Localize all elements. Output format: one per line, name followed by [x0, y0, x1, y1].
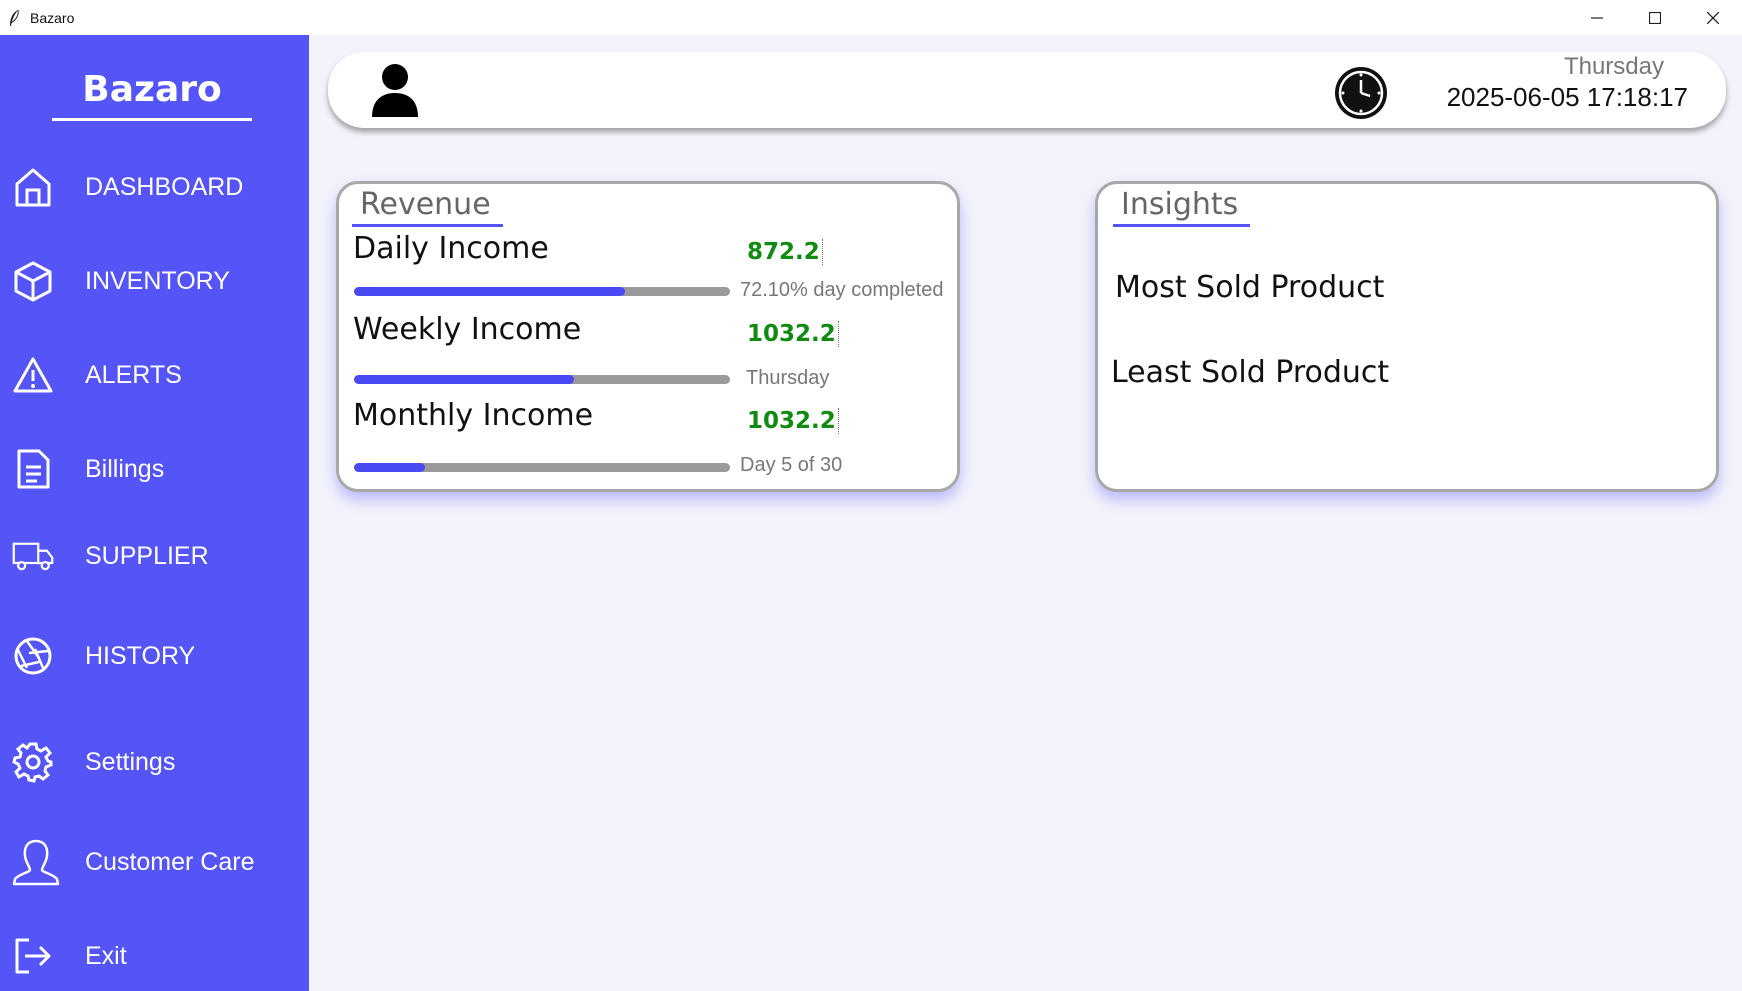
warning-icon: [12, 354, 54, 396]
sidebar-item-label: Settings: [85, 747, 176, 776]
minimize-icon: [1591, 16, 1603, 19]
datetime-label: 2025-06-05 17:18:17: [1446, 82, 1688, 112]
monthly-income-progress: [354, 463, 730, 472]
sidebar-item-label: Exit: [85, 941, 127, 970]
document-icon: [12, 448, 54, 490]
window-titlebar: Bazaro: [0, 0, 1742, 35]
sidebar-item-billings[interactable]: Billings: [0, 439, 309, 499]
user-icon[interactable]: [370, 62, 420, 117]
minimize-button[interactable]: [1568, 0, 1626, 35]
sidebar-item-label: ALERTS: [85, 360, 182, 389]
daily-income-value: 872.2: [747, 239, 823, 265]
sidebar-item-customer-care[interactable]: Customer Care: [0, 832, 309, 892]
insights-heading: Insights: [1113, 186, 1251, 227]
insights-card: Insights Most Sold Product Least Sold Pr…: [1095, 181, 1719, 492]
sidebar-item-label: Billings: [85, 454, 165, 483]
weekly-income-caption: Thursday: [746, 367, 830, 389]
logout-icon: [12, 935, 54, 977]
progress-fill: [354, 375, 575, 384]
clock-icon: [1334, 66, 1388, 120]
weekly-income-label: Weekly Income: [353, 312, 582, 347]
weekly-income-progress: [354, 375, 730, 384]
person-outline-icon: [10, 836, 62, 888]
home-icon: [12, 166, 54, 208]
sidebar-item-label: SUPPLIER: [85, 541, 209, 570]
most-sold-product-label: Most Sold Product: [1115, 270, 1385, 305]
window-title: Bazaro: [30, 9, 75, 26]
sidebar-item-exit[interactable]: Exit: [0, 926, 309, 986]
sidebar-item-label: INVENTORY: [85, 266, 230, 295]
daily-income-caption: 72.10% day completed: [740, 279, 944, 301]
truck-icon: [12, 535, 54, 577]
weekly-income-value: 1032.2: [747, 321, 839, 347]
feather-icon: [8, 9, 22, 27]
daily-income-label: Daily Income: [353, 231, 549, 266]
monthly-income-caption: Day 5 of 30: [740, 454, 843, 476]
brand-logo: Bazaro: [52, 65, 252, 121]
aperture-icon: [12, 635, 54, 677]
close-icon: [1707, 11, 1719, 24]
progress-fill: [354, 287, 626, 296]
sidebar: Bazaro DASHBOARD INVENTORY ALERTS Billin…: [0, 35, 309, 991]
revenue-card: Revenue Daily Income 872.2 72.10% day co…: [336, 181, 960, 492]
box-icon: [12, 260, 54, 302]
monthly-income-label: Monthly Income: [353, 398, 594, 433]
least-sold-product-label: Least Sold Product: [1111, 355, 1390, 390]
sidebar-item-dashboard[interactable]: DASHBOARD: [0, 157, 309, 217]
maximize-button[interactable]: [1626, 0, 1684, 35]
sidebar-item-supplier[interactable]: SUPPLIER: [0, 526, 309, 586]
monthly-income-value: 1032.2: [747, 408, 839, 434]
sidebar-item-history[interactable]: HISTORY: [0, 626, 309, 686]
sidebar-item-inventory[interactable]: INVENTORY: [0, 251, 309, 311]
sidebar-item-alerts[interactable]: ALERTS: [0, 345, 309, 405]
top-header: Thursday 2025-06-05 17:18:17: [328, 52, 1726, 128]
daily-income-progress: [354, 287, 730, 296]
sidebar-item-label: HISTORY: [85, 641, 196, 670]
progress-fill: [354, 463, 426, 472]
sidebar-item-label: Customer Care: [85, 847, 255, 876]
sidebar-item-label: DASHBOARD: [85, 172, 244, 201]
close-button[interactable]: [1684, 0, 1742, 35]
gear-icon: [12, 741, 54, 783]
revenue-heading: Revenue: [352, 186, 503, 227]
maximize-icon: [1649, 11, 1661, 24]
weekday-label: Thursday: [1563, 53, 1664, 80]
sidebar-item-settings[interactable]: Settings: [0, 732, 309, 792]
